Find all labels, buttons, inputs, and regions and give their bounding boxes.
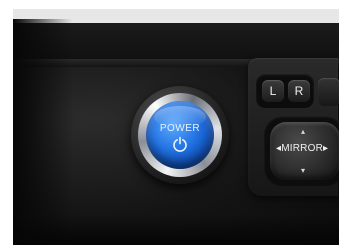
mirror-right-button[interactable]: R (288, 80, 310, 102)
mirror-text: MIRROR (281, 143, 323, 154)
up-arrow-icon: ▴ (301, 127, 306, 136)
right-arrow-icon: ▸ (323, 143, 329, 154)
mirror-fold-button[interactable] (318, 78, 339, 106)
power-label: POWER (159, 123, 201, 134)
bottom-shadow (13, 215, 339, 245)
power-button[interactable]: POWER (146, 101, 214, 169)
mirror-label: ◂MIRROR▸ (276, 143, 334, 154)
down-arrow-icon: ▾ (301, 166, 306, 175)
power-button-bezel: POWER (131, 86, 229, 184)
mirror-adjust-button[interactable]: ▴ ◂MIRROR▸ ▾ (270, 122, 339, 180)
power-button-chrome-ring: POWER (138, 93, 222, 177)
power-icon (173, 136, 187, 152)
image-frame: POWER L R ▴ ◂MIRROR▸ ▾ (0, 0, 339, 252)
left-shadow (13, 19, 73, 245)
mirror-left-button[interactable]: L (262, 80, 284, 102)
